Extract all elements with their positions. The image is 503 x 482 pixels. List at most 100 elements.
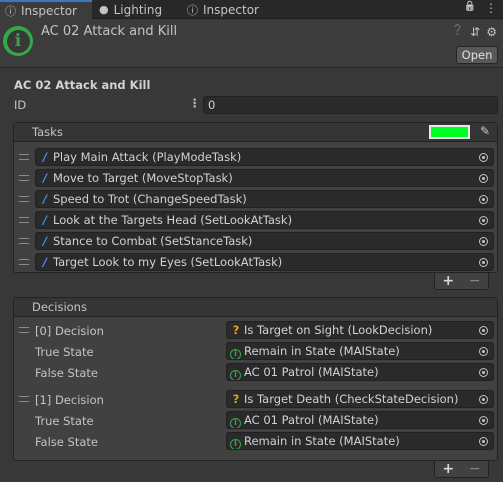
object-picker-icon[interactable] <box>476 213 491 227</box>
remove-decision-button[interactable]: − <box>469 461 481 477</box>
task-field[interactable]: / Play Main Attack (PlayModeTask) <box>35 148 494 166</box>
list-item: / Speed to Trot (ChangeSpeedTask) <box>14 190 497 211</box>
false-state-row: False State i Remain in State (MAIState) <box>14 432 497 453</box>
tab-inspector-2[interactable]: ⓘ Inspector <box>187 0 277 19</box>
eyedropper-icon[interactable]: ✎ <box>480 124 490 138</box>
task-label: Look at the Targets Head (SetLookAtTask) <box>53 213 293 227</box>
id-drag-handle[interactable]: ⋮ <box>189 96 201 110</box>
object-picker-icon[interactable] <box>476 171 491 185</box>
decision-script-icon: ? <box>232 323 240 337</box>
add-task-button[interactable]: + <box>442 273 454 289</box>
open-button[interactable]: Open <box>456 46 498 64</box>
list-item: / Stance to Combat (SetStanceTask) <box>14 232 497 253</box>
task-label: Play Main Attack (PlayModeTask) <box>53 150 242 164</box>
object-picker-icon[interactable] <box>476 234 491 248</box>
decision-value: Is Target Death (CheckStateDecision) <box>244 392 459 406</box>
true-state-field[interactable]: i Remain in State (MAIState) <box>226 342 494 360</box>
tasks-header: Tasks <box>14 123 497 142</box>
task-field[interactable]: / Move to Target (MoveStopTask) <box>35 169 494 187</box>
object-picker-icon[interactable] <box>476 434 491 448</box>
false-state-field[interactable]: i Remain in State (MAIState) <box>226 432 494 450</box>
object-picker-icon[interactable] <box>476 344 491 358</box>
true-state-row: True State i Remain in State (MAIState) <box>14 342 497 363</box>
object-picker-icon[interactable] <box>476 255 491 269</box>
task-label: Target Look to my Eyes (SetLookAtTask) <box>53 255 283 269</box>
list-item: [1] Decision ? Is Target Death (CheckStat… <box>14 390 497 411</box>
object-picker-icon[interactable] <box>476 150 491 164</box>
object-picker-icon[interactable] <box>476 392 491 406</box>
task-field[interactable]: / Stance to Combat (SetStanceTask) <box>35 232 494 250</box>
tab-label: Lighting <box>113 2 163 17</box>
list-item: / Target Look to my Eyes (SetLookAtTask) <box>14 253 497 274</box>
drag-handle-icon[interactable] <box>19 238 29 244</box>
true-state-field[interactable]: i AC 01 Patrol (MAIState) <box>226 411 494 429</box>
inspector-header: i AC 02 Attack and Kill ❓ ⇵ ⚙ Open <box>0 20 503 68</box>
decision-label: [0] Decision <box>35 324 104 338</box>
decision-label: [1] Decision <box>35 393 104 407</box>
add-decision-button[interactable]: + <box>442 461 454 477</box>
false-state-label: False State <box>35 435 98 449</box>
true-state-row: True State i AC 01 Patrol (MAIState) <box>14 411 497 432</box>
bulb-icon: ● <box>99 3 109 16</box>
true-state-label: True State <box>35 345 94 359</box>
script-icon: / <box>42 213 48 227</box>
info-icon: ⓘ <box>5 5 16 18</box>
decision-field[interactable]: ? Is Target on Sight (LookDecision) <box>226 321 494 339</box>
false-state-label: False State <box>35 366 98 380</box>
script-icon: / <box>42 171 48 185</box>
false-state-value: AC 01 Patrol (MAIState) <box>244 365 379 379</box>
decisions-header: Decisions <box>14 298 497 317</box>
drag-handle-icon[interactable] <box>19 196 29 202</box>
task-label: Move to Target (MoveStopTask) <box>53 171 233 185</box>
task-label: Stance to Combat (SetStanceTask) <box>53 234 253 248</box>
asset-title: AC 02 Attack and Kill <box>41 24 178 39</box>
object-picker-icon[interactable] <box>476 323 491 337</box>
tab-bar: ⓘ Inspector ● Lighting ⓘ Inspector 🔒 ⋮ <box>0 0 503 20</box>
help-icon[interactable]: ❓ <box>452 25 464 39</box>
state-asset-icon: i <box>3 26 33 56</box>
object-picker-icon[interactable] <box>476 365 491 379</box>
object-picker-icon[interactable] <box>476 192 491 206</box>
decisions-list: Decisions [0] Decision ? Is Target on Sig… <box>13 297 498 461</box>
lock-icon[interactable]: 🔒 <box>464 1 476 15</box>
tab-label: Inspector <box>21 4 77 18</box>
script-icon: / <box>42 192 48 206</box>
decision-field[interactable]: ? Is Target Death (CheckStateDecision) <box>226 390 494 408</box>
script-icon: / <box>42 150 48 164</box>
tasks-color-swatch[interactable] <box>429 125 470 139</box>
list-item: [0] Decision ? Is Target on Sight (LookDe… <box>14 321 497 342</box>
task-field[interactable]: / Target Look to my Eyes (SetLookAtTask) <box>35 253 494 271</box>
state-icon: i <box>230 418 241 428</box>
menu-icon[interactable]: ⋮ <box>485 1 497 15</box>
tab-label: Inspector <box>203 2 259 17</box>
list-item: / Look at the Targets Head (SetLookAtTask… <box>14 211 497 232</box>
task-field[interactable]: / Look at the Targets Head (SetLookAtTask… <box>35 211 494 229</box>
true-state-value: AC 01 Patrol (MAIState) <box>244 413 379 427</box>
tab-lighting[interactable]: ● Lighting <box>99 0 187 19</box>
task-label: Speed to Trot (ChangeSpeedTask) <box>53 192 247 206</box>
id-label: ID <box>14 98 27 112</box>
false-state-field[interactable]: i AC 01 Patrol (MAIState) <box>226 363 494 381</box>
section-title: AC 02 Attack and Kill <box>14 78 151 92</box>
drag-handle-icon[interactable] <box>19 175 29 181</box>
object-picker-icon[interactable] <box>476 413 491 427</box>
remove-task-button[interactable]: − <box>469 273 481 289</box>
false-state-value: Remain in State (MAIState) <box>244 434 400 448</box>
decisions-add-remove: + − <box>434 461 489 478</box>
state-icon: i <box>230 349 241 359</box>
decision-value: Is Target on Sight (LookDecision) <box>244 323 433 337</box>
state-icon: i <box>230 370 241 380</box>
false-state-row: False State i AC 01 Patrol (MAIState) <box>14 363 497 384</box>
tasks-add-remove: + − <box>434 273 489 290</box>
id-field[interactable]: 0 <box>203 96 498 114</box>
preset-icon[interactable]: ⇵ <box>470 25 480 39</box>
drag-handle-icon[interactable] <box>19 154 29 160</box>
drag-handle-icon[interactable] <box>19 396 29 402</box>
gear-icon[interactable]: ⚙ <box>486 25 497 39</box>
drag-handle-icon[interactable] <box>19 259 29 265</box>
tab-inspector[interactable]: ⓘ Inspector <box>0 0 92 20</box>
info-icon: ⓘ <box>187 3 198 17</box>
drag-handle-icon[interactable] <box>19 217 29 223</box>
task-field[interactable]: / Speed to Trot (ChangeSpeedTask) <box>35 190 494 208</box>
drag-handle-icon[interactable] <box>19 327 29 333</box>
